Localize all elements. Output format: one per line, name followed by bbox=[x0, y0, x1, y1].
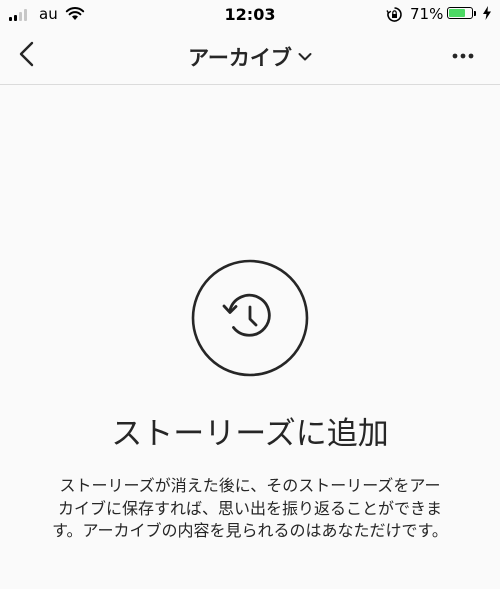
battery-tip bbox=[474, 11, 476, 16]
archive-type-selector[interactable]: アーカイブ bbox=[0, 42, 500, 72]
empty-state-description: ストーリーズが消えた後に、そのストーリーズをアーカイブに保存すれば、思い出を振り… bbox=[52, 476, 448, 540]
orientation-lock-icon bbox=[386, 7, 402, 22]
empty-state-title: ストーリーズに追加 bbox=[111, 416, 389, 452]
page-title: アーカイブ bbox=[188, 46, 292, 70]
battery-level-fill bbox=[449, 9, 465, 17]
battery-icon bbox=[447, 7, 473, 19]
battery-percent: 71% bbox=[410, 5, 444, 23]
status-bar: au 12:03 71% bbox=[0, 0, 500, 30]
more-options-button[interactable] bbox=[448, 50, 478, 62]
more-dots-icon bbox=[452, 53, 474, 59]
chevron-down-icon bbox=[298, 53, 312, 61]
history-clock-icon bbox=[191, 259, 309, 377]
navigation-header: アーカイブ bbox=[0, 30, 500, 85]
charging-bolt-icon bbox=[483, 6, 491, 20]
